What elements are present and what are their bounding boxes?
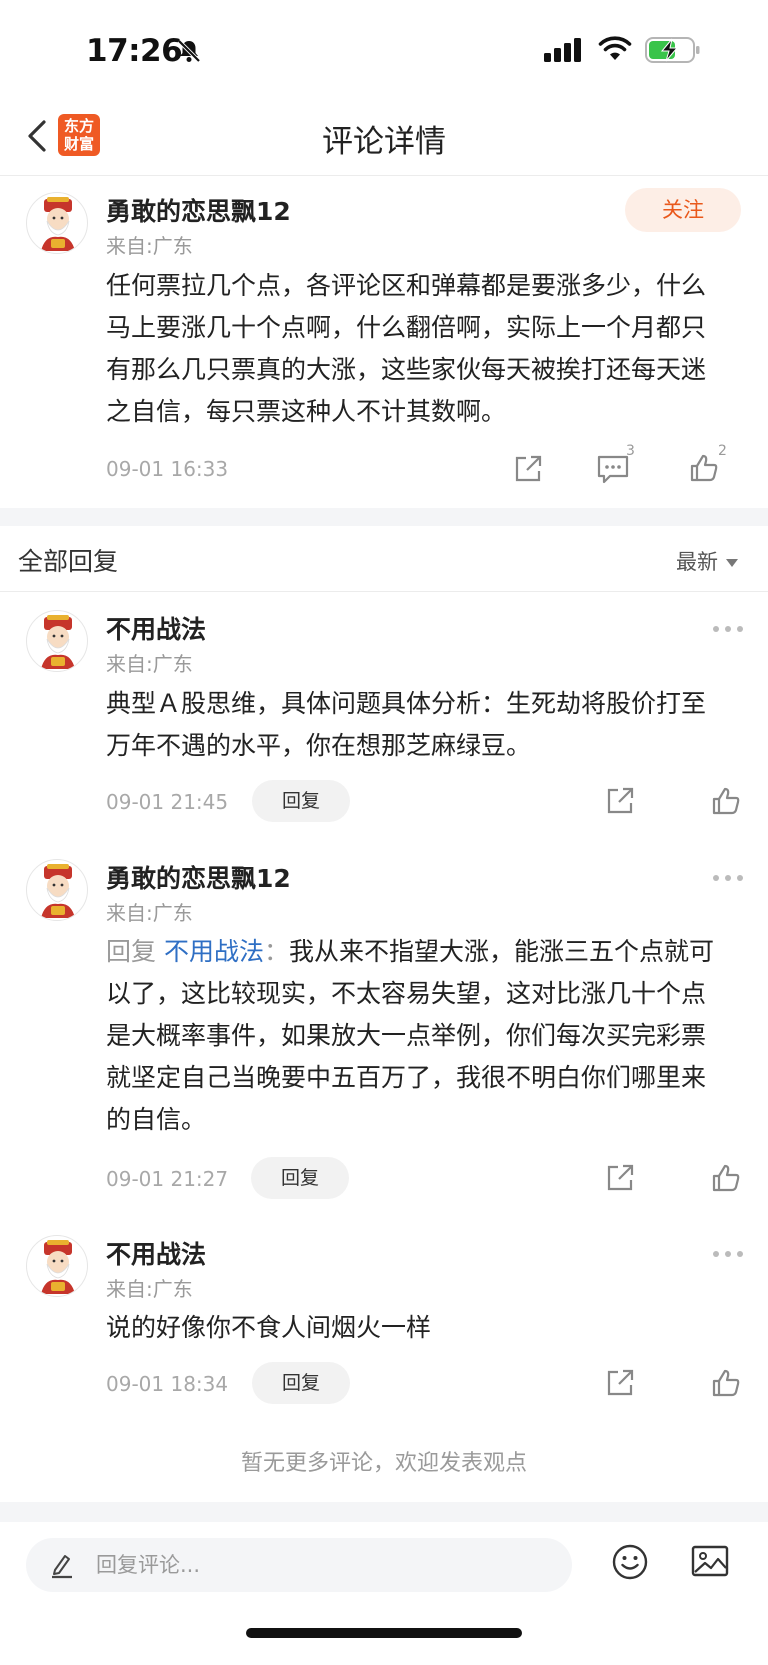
wifi-icon [598, 36, 632, 66]
emoji-button[interactable] [610, 1542, 650, 1586]
section-divider [0, 508, 768, 526]
comment-text: 任何票拉几个点，各评论区和弹幕都是要涨多少，什么马上要涨几十个点啊，什么翻倍啊，… [106, 271, 707, 426]
no-more-comments: 暂无更多评论，欢迎发表观点 [240, 1451, 527, 1476]
more-options-icon[interactable] [712, 869, 744, 881]
reply-prefix: 回复 [106, 937, 157, 966]
image-icon [691, 1545, 729, 1577]
avatar[interactable] [26, 192, 88, 254]
battery-charging-icon [645, 36, 701, 68]
caret-down-icon [726, 559, 738, 567]
avatar[interactable] [26, 610, 88, 672]
reply-body: 我从来不指望大涨，能涨三五个点就可以了，这比较现实，不太容易失望，这对比涨几十个… [106, 937, 715, 1134]
pencil-icon [48, 1551, 76, 1583]
reply-username[interactable]: 勇敢的恋思飘12 [106, 859, 291, 895]
reply-username[interactable]: 不用战法 [106, 1235, 206, 1271]
avatar-image [41, 197, 75, 251]
comment-count-badge: 3 [626, 443, 635, 459]
more-options-icon[interactable] [712, 620, 744, 632]
reply-button[interactable]: 回复 [252, 780, 350, 822]
reply-button[interactable]: 回复 [251, 1157, 349, 1199]
avatar-image [41, 1240, 75, 1294]
status-time: 17:26 [86, 33, 183, 69]
share-icon[interactable] [604, 785, 636, 821]
follow-button[interactable]: 关注 [625, 188, 741, 232]
page-title: 评论详情 [322, 124, 446, 160]
reply-button[interactable]: 回复 [252, 1362, 350, 1404]
reply-text: 回复 不用战法：我从来不指望大涨，能涨三五个点就可以了，这比较现实，不太容易失望… [106, 931, 728, 1141]
reply-time: 09-01 18:34 [106, 1372, 229, 1396]
share-icon[interactable] [604, 1162, 636, 1198]
comment-username[interactable]: 勇敢的恋思飘12 [106, 192, 291, 228]
reply-time: 09-01 21:27 [106, 1167, 229, 1191]
comment-time: 09-01 16:33 [106, 457, 229, 481]
reply-text: 说的好像你不食人间烟火一样 [106, 1313, 432, 1342]
share-icon[interactable] [512, 453, 544, 489]
comment-location: 来自:广东 [106, 234, 193, 258]
reply-target-link[interactable]: 不用战法 [164, 937, 264, 966]
sort-dropdown[interactable]: 最新 [676, 546, 738, 576]
reply-input[interactable] [96, 1548, 536, 1582]
image-button[interactable] [690, 1544, 730, 1584]
reply-input-box[interactable] [26, 1538, 572, 1592]
reply-location: 来自:广东 [106, 1277, 193, 1301]
replies-title: 全部回复 [18, 547, 119, 576]
home-indicator [246, 1628, 522, 1638]
like-icon[interactable] [688, 452, 720, 488]
avatar[interactable] [26, 859, 88, 921]
avatar[interactable] [26, 1235, 88, 1297]
avatar-image [41, 864, 75, 918]
reply-location: 来自:广东 [106, 901, 193, 925]
status-bar: 17:26 [0, 0, 768, 100]
reply-time: 09-01 21:45 [106, 790, 229, 814]
more-options-icon[interactable] [712, 1245, 744, 1257]
mute-bell-icon [176, 38, 202, 68]
like-icon[interactable] [710, 1162, 742, 1198]
bottom-divider [0, 1502, 768, 1522]
replies-header: 全部回复 最新 [0, 526, 768, 592]
cellular-signal-icon [544, 38, 584, 66]
emoji-icon [612, 1544, 648, 1580]
nav-bar: 东方财富 评论详情 [0, 100, 768, 176]
reply-location: 来自:广东 [106, 652, 193, 676]
like-icon[interactable] [710, 1367, 742, 1403]
like-icon[interactable] [710, 785, 742, 821]
reply-username[interactable]: 不用战法 [106, 610, 206, 646]
sort-label: 最新 [676, 550, 718, 574]
comment-icon[interactable] [596, 453, 630, 489]
share-icon[interactable] [604, 1367, 636, 1403]
reply-separator: ： [263, 937, 289, 966]
avatar-image [41, 615, 75, 669]
reply-text: 典型Ａ股思维，具体问题具体分析：生死劫将股价打至万年不遇的水平，你在想那芝麻绿豆… [106, 689, 707, 760]
bottom-bar [0, 1522, 768, 1665]
like-count-badge: 2 [718, 443, 727, 459]
